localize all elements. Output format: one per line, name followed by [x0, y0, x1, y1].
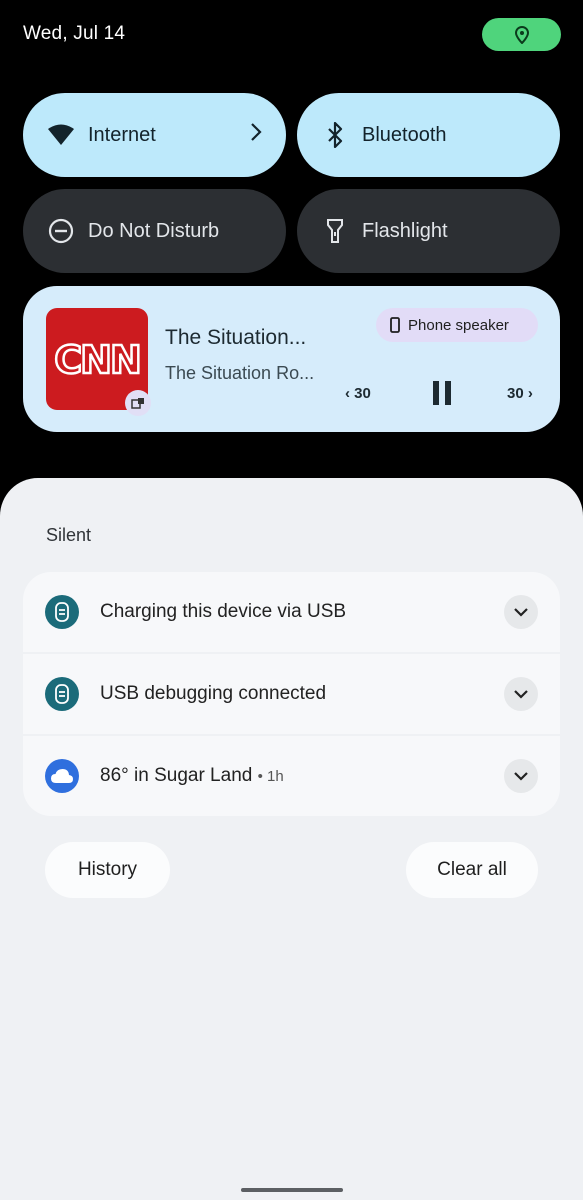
chevron-right-icon: › [527, 385, 533, 402]
gesture-nav-bar[interactable] [241, 1188, 343, 1192]
clear-all-button[interactable]: Clear all [406, 842, 538, 898]
expand-chevron-icon[interactable] [504, 677, 538, 711]
flashlight-label: Flashlight [362, 219, 448, 242]
output-device-label: Phone speaker [408, 316, 509, 334]
location-pin-icon [514, 25, 529, 44]
forward-label: 30 [507, 385, 524, 402]
chevron-right-icon [250, 122, 262, 148]
cloud-icon [45, 759, 79, 793]
usb-icon [45, 595, 79, 629]
status-date: Wed, Jul 14 [23, 23, 126, 44]
expand-chevron-icon[interactable] [504, 759, 538, 793]
pause-button[interactable] [430, 380, 454, 406]
notification-text: 86° in Sugar Land • 1h [100, 765, 284, 787]
cast-app-badge-icon [125, 390, 151, 416]
album-logo-text: CNN [53, 337, 143, 384]
section-label-silent: Silent [46, 525, 92, 545]
wifi-icon [47, 121, 75, 149]
chevron-left-icon: ‹ [345, 385, 350, 402]
rewind-label: 30 [354, 385, 371, 402]
notification-text: USB debugging connected [100, 683, 327, 704]
notification-group: Charging this device via USB USB debuggi… [23, 572, 560, 816]
notification-time: • 1h [257, 768, 284, 785]
location-privacy-chip[interactable] [482, 18, 561, 51]
flashlight-tile[interactable]: Flashlight [297, 189, 560, 273]
bluetooth-label: Bluetooth [362, 123, 447, 146]
notification-weather[interactable]: 86° in Sugar Land • 1h [23, 736, 560, 816]
expand-chevron-icon[interactable] [504, 595, 538, 629]
do-not-disturb-label: Do Not Disturb [88, 219, 220, 242]
pause-icon [433, 381, 451, 405]
phone-icon [390, 317, 400, 333]
media-title: The Situation... [165, 326, 307, 349]
bluetooth-icon [321, 121, 349, 149]
media-player-card[interactable]: CNN The Situation... The Situation Ro...… [23, 286, 560, 432]
bluetooth-tile[interactable]: Bluetooth [297, 93, 560, 177]
forward-30-button[interactable]: 30 › [507, 385, 533, 402]
internet-label: Internet [88, 123, 156, 146]
output-device-chip[interactable]: Phone speaker [376, 308, 538, 342]
media-subtitle: The Situation Ro... [165, 363, 315, 383]
do-not-disturb-icon [47, 217, 75, 245]
weather-text: 86° in Sugar Land [100, 765, 253, 786]
notification-usb-debugging[interactable]: USB debugging connected [23, 654, 560, 734]
history-button[interactable]: History [45, 842, 170, 898]
usb-icon [45, 677, 79, 711]
notification-charging[interactable]: Charging this device via USB [23, 572, 560, 652]
internet-tile[interactable]: Internet [23, 93, 286, 177]
do-not-disturb-tile[interactable]: Do Not Disturb [23, 189, 286, 273]
notification-text: Charging this device via USB [100, 601, 347, 622]
rewind-30-button[interactable]: ‹ 30 [345, 385, 371, 402]
flashlight-icon [321, 217, 349, 245]
